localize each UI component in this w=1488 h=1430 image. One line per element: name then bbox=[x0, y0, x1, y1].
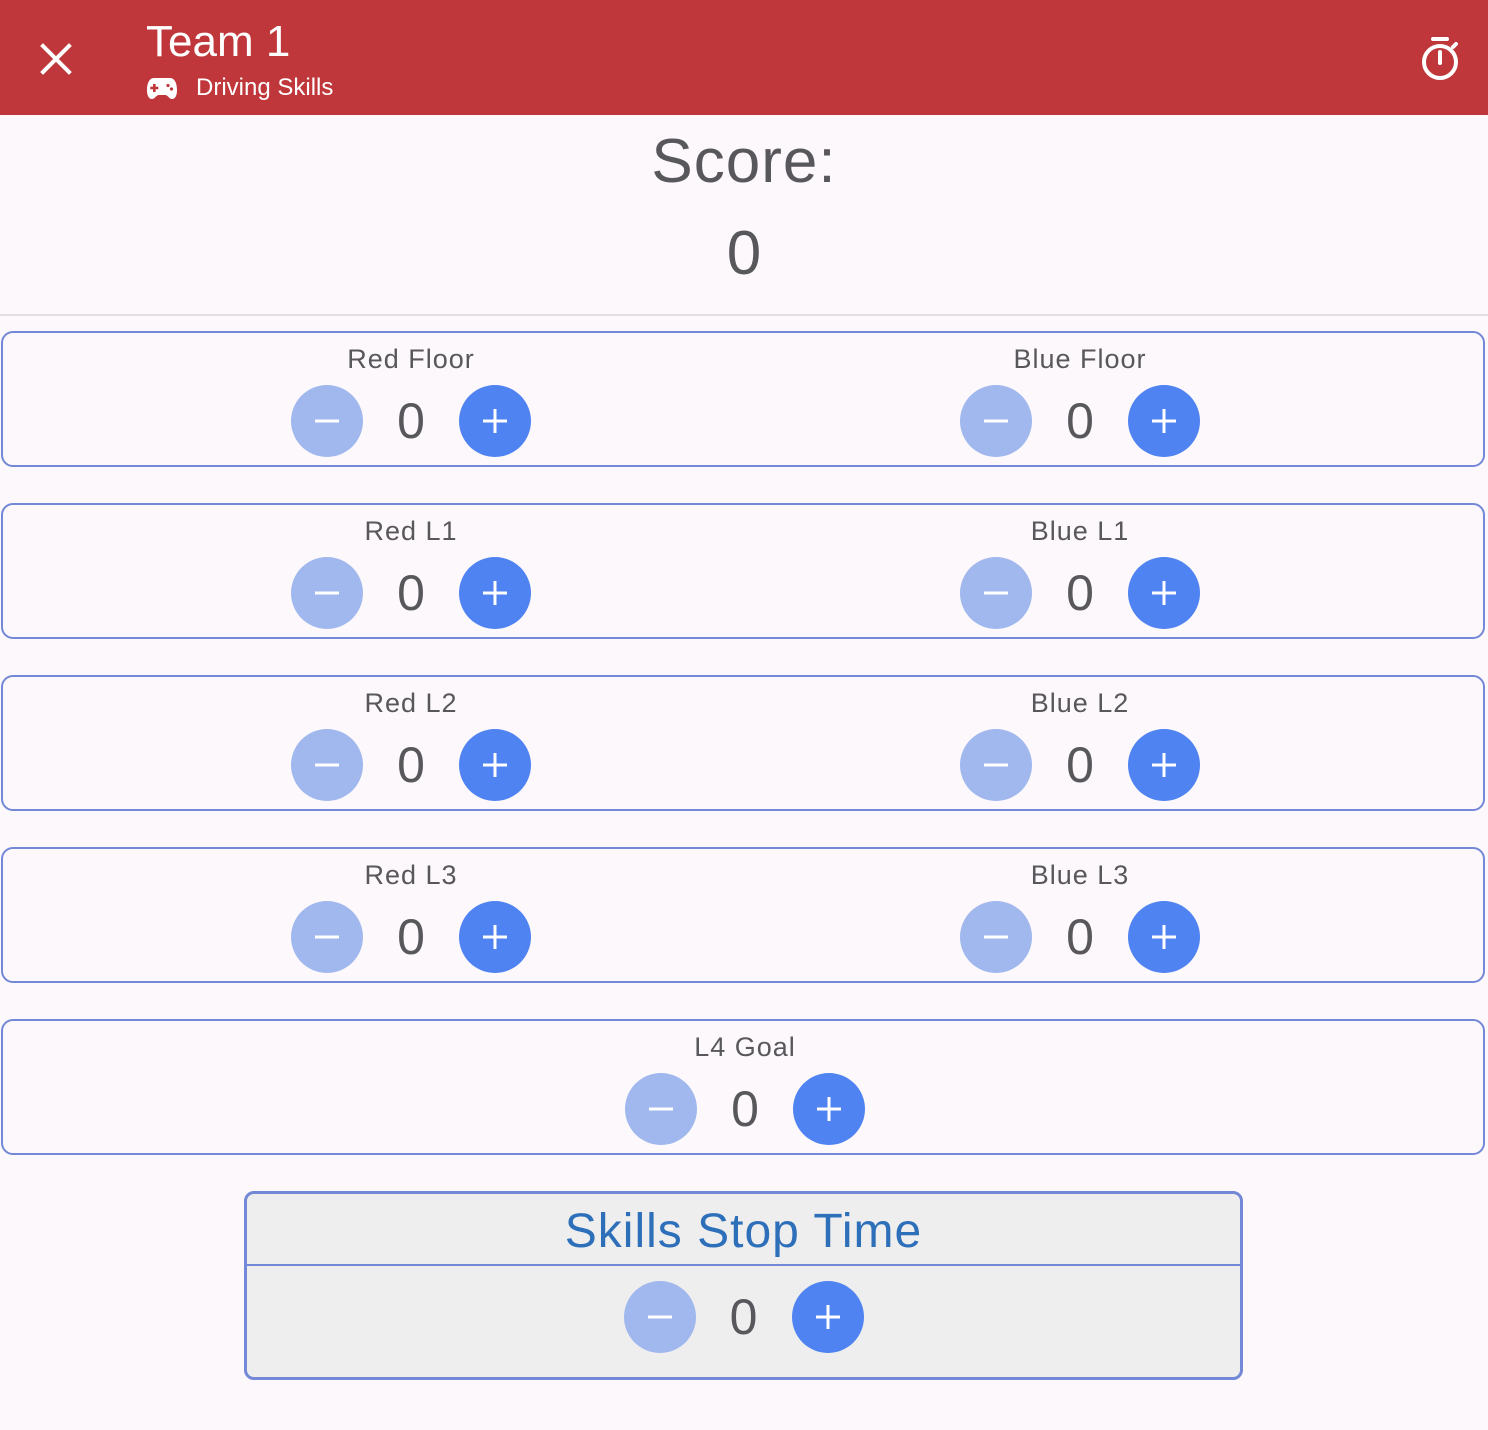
increment-button[interactable] bbox=[459, 385, 531, 457]
increment-button[interactable] bbox=[459, 729, 531, 801]
counter-label: Blue L3 bbox=[1030, 860, 1130, 890]
counter-label: Red L2 bbox=[364, 688, 458, 718]
close-icon[interactable] bbox=[36, 39, 76, 79]
plus-icon bbox=[1152, 409, 1176, 433]
increment-button[interactable] bbox=[1128, 729, 1200, 801]
counter-label: Blue L1 bbox=[1030, 516, 1130, 546]
decrement-button[interactable] bbox=[291, 385, 363, 457]
minus-icon bbox=[315, 591, 339, 595]
counter-stepper: 0 bbox=[960, 901, 1200, 973]
divider bbox=[247, 1264, 1240, 1266]
increment-button[interactable] bbox=[1128, 385, 1200, 457]
counter-stepper: 0 bbox=[960, 385, 1200, 457]
counter-stepper: 0 bbox=[291, 729, 531, 801]
gamepad-icon bbox=[146, 76, 178, 100]
counter-red-l1: Red L1 0 bbox=[201, 505, 621, 637]
minus-icon bbox=[315, 935, 339, 939]
minus-icon bbox=[647, 1315, 672, 1319]
counter-label: Red L3 bbox=[364, 860, 458, 890]
counter-red-l3: Red L3 0 bbox=[201, 849, 621, 981]
counter-stepper: 0 bbox=[625, 1073, 865, 1145]
skills-stop-time-title: Skills Stop Time bbox=[564, 1205, 923, 1258]
score-card-l2: Red L2 0 Blue L2 0 bbox=[1, 675, 1485, 811]
score-card-floor: Red Floor 0 Blue Floor 0 bbox=[1, 331, 1485, 467]
minus-icon bbox=[315, 419, 339, 423]
decrement-button[interactable] bbox=[291, 729, 363, 801]
page-title: Team 1 bbox=[146, 17, 291, 66]
decrement-button[interactable] bbox=[623, 1281, 696, 1353]
divider bbox=[0, 314, 1488, 316]
counter-value: 0 bbox=[397, 737, 425, 793]
minus-icon bbox=[984, 419, 1008, 423]
minus-icon bbox=[984, 935, 1008, 939]
increment-button[interactable] bbox=[459, 901, 531, 973]
counter-blue-l2: Blue L2 0 bbox=[870, 677, 1290, 809]
counter-label: Blue Floor bbox=[1013, 344, 1147, 374]
counter-value: 0 bbox=[397, 565, 425, 621]
counter-label: Red Floor bbox=[347, 344, 475, 374]
decrement-button[interactable] bbox=[960, 901, 1032, 973]
counter-label: Red L1 bbox=[364, 516, 458, 546]
counter-red-l2: Red L2 0 bbox=[201, 677, 621, 809]
plus-icon bbox=[483, 925, 507, 949]
counter-l4-goal: L4 Goal 0 bbox=[535, 1021, 955, 1153]
decrement-button[interactable] bbox=[625, 1073, 697, 1145]
counter-blue-l1: Blue L1 0 bbox=[870, 505, 1290, 637]
decrement-button[interactable] bbox=[960, 385, 1032, 457]
counter-value: 0 bbox=[1066, 737, 1094, 793]
stop-time-value: 0 bbox=[729, 1289, 758, 1345]
counter-value: 0 bbox=[731, 1081, 759, 1137]
counter-value: 0 bbox=[1066, 909, 1094, 965]
increment-button[interactable] bbox=[459, 557, 531, 629]
minus-icon bbox=[649, 1107, 673, 1111]
plus-icon bbox=[483, 581, 507, 605]
increment-button[interactable] bbox=[793, 1073, 865, 1145]
timer-icon[interactable] bbox=[1418, 36, 1462, 82]
increment-button[interactable] bbox=[1128, 557, 1200, 629]
score-card-l1: Red L1 0 Blue L1 0 bbox=[1, 503, 1485, 639]
counter-label: Blue L2 bbox=[1030, 688, 1130, 718]
plus-icon bbox=[1152, 581, 1176, 605]
plus-icon bbox=[1152, 925, 1176, 949]
counter-value: 0 bbox=[397, 393, 425, 449]
counter-stepper: 0 bbox=[960, 729, 1200, 801]
minus-icon bbox=[315, 763, 339, 767]
counter-value: 0 bbox=[1066, 393, 1094, 449]
decrement-button[interactable] bbox=[960, 729, 1032, 801]
increment-button[interactable] bbox=[791, 1281, 864, 1353]
plus-icon bbox=[483, 409, 507, 433]
mode-subtitle-text: Driving Skills bbox=[196, 74, 334, 101]
counter-red-floor: Red Floor 0 bbox=[201, 333, 621, 465]
plus-icon bbox=[1152, 753, 1176, 777]
counter-value: 0 bbox=[397, 909, 425, 965]
score-card-l3: Red L3 0 Blue L3 0 bbox=[1, 847, 1485, 983]
mode-subtitle: Driving Skills bbox=[146, 72, 333, 104]
counter-stepper: 0 bbox=[291, 557, 531, 629]
plus-icon bbox=[815, 1305, 840, 1329]
decrement-button[interactable] bbox=[291, 557, 363, 629]
score-value: 0 bbox=[726, 219, 762, 288]
score-card-l4-goal: L4 Goal 0 bbox=[1, 1019, 1485, 1155]
stop-time-stepper: 0 bbox=[623, 1281, 864, 1353]
counter-stepper: 0 bbox=[291, 385, 531, 457]
plus-icon bbox=[483, 753, 507, 777]
counter-label: L4 Goal bbox=[694, 1032, 796, 1062]
counter-blue-floor: Blue Floor 0 bbox=[870, 333, 1290, 465]
plus-icon bbox=[817, 1097, 841, 1121]
counter-value: 0 bbox=[1066, 565, 1094, 621]
decrement-button[interactable] bbox=[960, 557, 1032, 629]
counter-blue-l3: Blue L3 0 bbox=[870, 849, 1290, 981]
counter-stepper: 0 bbox=[291, 901, 531, 973]
minus-icon bbox=[984, 763, 1008, 767]
counter-stepper: 0 bbox=[960, 557, 1200, 629]
increment-button[interactable] bbox=[1128, 901, 1200, 973]
decrement-button[interactable] bbox=[291, 901, 363, 973]
skills-stop-time-panel: Skills Stop Time 0 bbox=[244, 1191, 1243, 1380]
minus-icon bbox=[984, 591, 1008, 595]
app-bar: Team 1 Driving Skills bbox=[0, 0, 1488, 115]
score-label: Score: bbox=[651, 127, 837, 196]
